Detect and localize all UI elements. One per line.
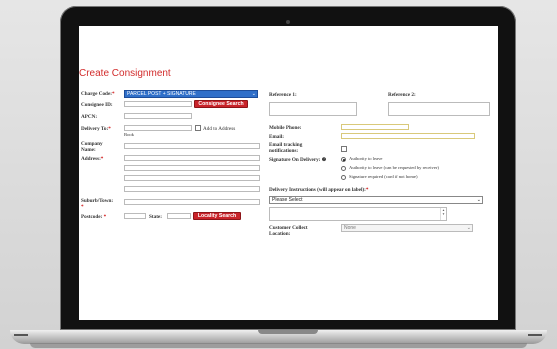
info-icon: ❷ xyxy=(321,157,327,163)
apcn-input[interactable] xyxy=(124,113,192,119)
mobile-phone-label: Mobile Phone: xyxy=(269,125,302,131)
base-highlight-right xyxy=(528,334,542,336)
reference-1-input[interactable] xyxy=(269,102,357,116)
suburb-label: Suburb/Town: * xyxy=(81,198,114,210)
radio-label-signature-required: Signature required (card if not home) xyxy=(349,174,418,179)
page-title: Create Consignment xyxy=(79,68,171,79)
delivery-instructions-textarea[interactable]: ▴ ▾ xyxy=(269,207,447,221)
chevron-down-icon: ⌄ xyxy=(251,91,256,97)
mobile-phone-input[interactable] xyxy=(341,124,409,130)
consignee-id-label: Consignee ID: xyxy=(81,102,113,108)
reference-1-label: Reference 1: xyxy=(269,92,297,98)
email-input[interactable] xyxy=(341,133,475,139)
delivery-instructions-label: Delivery Instructions (will appear on la… xyxy=(269,187,369,193)
address-book-hint: Book xyxy=(124,132,134,137)
locality-search-button[interactable]: Locality Search xyxy=(193,212,241,220)
customer-collect-select[interactable]: None ⌄ xyxy=(341,224,473,232)
radio-authority-to-leave-receiver[interactable] xyxy=(341,166,346,171)
email-tracking-checkbox[interactable] xyxy=(341,146,347,152)
radio-signature-required[interactable] xyxy=(341,175,346,180)
reference-2-label: Reference 2: xyxy=(388,92,416,98)
suburb-input[interactable] xyxy=(124,199,260,205)
textarea-scrollbar[interactable]: ▴ ▾ xyxy=(440,208,446,220)
base-highlight-left xyxy=(14,334,28,336)
screen: Create Consignment Charge Code:* PARCEL … xyxy=(79,26,498,320)
radio-label-authority-to-leave: Authority to leave xyxy=(349,156,383,161)
chevron-down-icon: ⌄ xyxy=(476,197,481,203)
address-line-1-input[interactable] xyxy=(124,155,260,161)
delivery-to-label: Delivery To:* xyxy=(81,126,111,132)
laptop-notch xyxy=(258,330,318,334)
customer-collect-label: Customer Collect Location: xyxy=(269,225,308,237)
add-to-address-label: Add to Address xyxy=(203,126,236,132)
delivery-to-input[interactable] xyxy=(124,125,192,131)
postcode-input[interactable] xyxy=(124,213,146,219)
laptop-shadow xyxy=(30,343,527,348)
reference-2-input[interactable] xyxy=(388,102,490,116)
signature-label: Signature On Delivery: ❷ xyxy=(269,157,327,163)
email-tracking-label: Email tracking notifications: xyxy=(269,142,303,154)
state-label: State: xyxy=(149,214,162,220)
camera-icon xyxy=(286,20,290,24)
company-name-label: Company Name: xyxy=(81,141,103,153)
consignee-id-input[interactable] xyxy=(124,101,192,107)
company-name-input[interactable] xyxy=(124,143,260,149)
address-line-2-input[interactable] xyxy=(124,165,260,171)
radio-label-authority-to-leave-receiver: Authority to leave (can be requested by … xyxy=(349,165,439,170)
state-input[interactable] xyxy=(167,213,191,219)
consignee-search-button[interactable]: Consignee Search xyxy=(194,100,248,108)
apcn-label: APCN: xyxy=(81,114,98,120)
address-line-3-input[interactable] xyxy=(124,175,260,181)
radio-authority-to-leave[interactable] xyxy=(341,157,346,162)
background: Create Consignment Charge Code:* PARCEL … xyxy=(0,0,557,349)
postcode-label: Postcode: * xyxy=(81,214,107,220)
email-label: Email: xyxy=(269,134,284,140)
address-line-4-input[interactable] xyxy=(124,186,260,192)
charge-code-select[interactable]: PARCEL POST + SIGNATURE ⌄ xyxy=(124,90,258,98)
charge-code-label: Charge Code:* xyxy=(81,91,115,97)
chevron-down-icon: ⌄ xyxy=(466,225,471,231)
delivery-instructions-select[interactable]: Please Select ⌄ xyxy=(269,196,483,204)
add-to-address-checkbox[interactable] xyxy=(195,125,201,131)
address-label: Address:* xyxy=(81,156,104,162)
